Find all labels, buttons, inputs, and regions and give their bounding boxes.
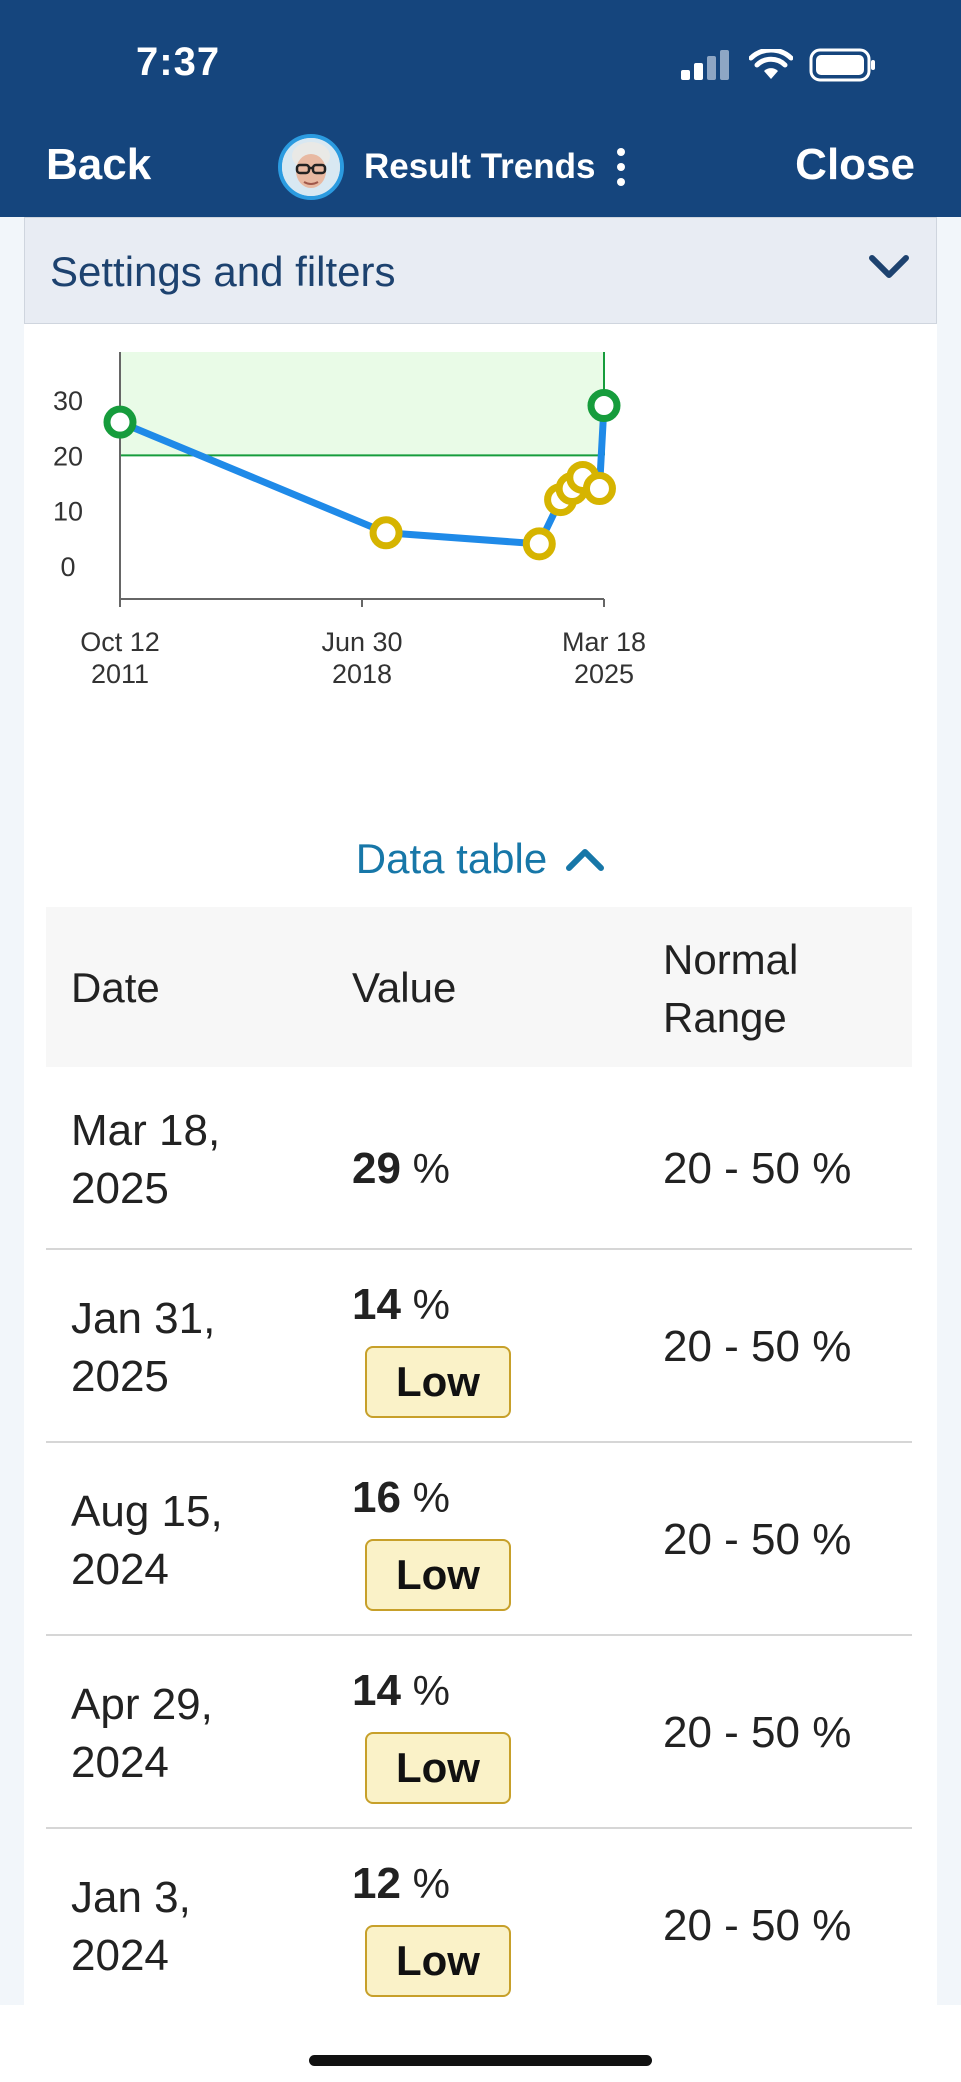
x-tick-label: Mar 18 [562,627,646,657]
avatar-image [282,138,340,196]
x-tick-labels: Oct 122011 Jun 302018 Mar 182025 [80,599,646,689]
cell-normal-range: 20 - 50 % [663,1322,852,1371]
page-title: Result Trends [364,147,596,186]
cell-date: Aug 15, 2024 [71,1483,223,1599]
data-point[interactable] [522,527,556,561]
value-unit: % [400,1860,450,1907]
table-row[interactable]: Apr 29, 2024 14 % Low 20 - 50 % [46,1636,912,1829]
bottom-safe-area [0,2005,961,2082]
table-row[interactable]: Aug 15, 2024 16 % Low 20 - 50 % [46,1443,912,1636]
value-number: 16 [352,1473,401,1522]
cell-date: Mar 18, 2025 [71,1102,220,1218]
data-point[interactable] [582,472,616,506]
x-tick-label: 2025 [574,659,634,689]
value-unit: % [400,1474,450,1521]
cell-value: 29 % [352,1144,450,1194]
nav-title-group: Result Trends [278,132,626,202]
x-tick-label: Jun 30 [321,627,402,657]
cell-date-line1: Jan 31, [71,1294,216,1343]
status-badge: Low [365,1346,511,1418]
wifi-icon [749,49,793,79]
table-row[interactable]: Mar 18, 2025 29 % 20 - 50 % [46,1067,912,1250]
cell-date-line2: 2024 [71,1738,169,1787]
y-tick-labels: 30 20 10 0 [53,386,83,582]
chevron-down-icon [869,255,909,278]
cell-value: 14 % Low [352,1280,511,1418]
value-number: 14 [352,1666,401,1715]
value-number: 14 [352,1280,401,1329]
value-number: 12 [352,1859,401,1908]
status-badge: Low [365,1732,511,1804]
left-gutter [0,217,24,2005]
cell-date-line1: Aug 15, [71,1487,223,1536]
avatar[interactable] [278,134,344,200]
cell-value: 14 % Low [352,1666,511,1804]
header-normal-range: Normal Range [663,931,798,1047]
app-header: 7:37 Back Result Trends Close [0,0,961,217]
cell-date-line1: Mar 18, [71,1106,221,1155]
x-tick-label: 2018 [332,659,392,689]
status-badge: Low [365,1539,511,1611]
table-row[interactable]: Jan 3, 2024 12 % Low 20 - 50 % [46,1829,912,2005]
cell-value: 12 % Low [352,1859,511,1997]
data-table-header: Date Value Normal Range [46,907,912,1067]
x-tick-label: 2011 [91,659,149,689]
cell-date: Jan 31, 2025 [71,1290,215,1406]
cell-date-line1: Jan 3, [71,1873,191,1922]
back-button[interactable]: Back [46,140,151,190]
value-unit: % [400,1145,450,1192]
home-indicator[interactable] [309,2055,652,2066]
cell-date-line2: 2024 [71,1931,169,1980]
y-tick-label: 30 [53,386,83,416]
settings-label: Settings and filters [50,248,396,295]
cellular-signal-icon [681,50,729,80]
close-button[interactable]: Close [795,140,915,190]
header-value: Value [352,964,457,1011]
data-point[interactable] [103,405,137,439]
trend-chart: 30 20 10 0 Oct 122011 Jun 302018 Mar 182025 [53,352,646,689]
nav-bar: Back Result Trends Close [0,132,961,202]
value-unit: % [400,1667,450,1714]
y-tick-label: 0 [60,552,75,582]
main-content: Settings and filters 30 20 10 0 Oct 12 2011 J… [24,217,937,2005]
cell-normal-range: 20 - 50 % [663,1901,852,1950]
cell-date-line1: Apr 29, [71,1680,213,1729]
normal-range-band [120,352,604,456]
cell-date-line2: 2024 [71,1545,169,1594]
cell-date: Apr 29, 2024 [71,1676,213,1792]
battery-icon [809,48,875,82]
x-tick-label: Oct 12 [80,627,160,657]
settings-and-filters-toggle[interactable]: Settings and filters [24,217,937,324]
header-normal-range-line2: Range [663,994,787,1041]
status-icons [681,48,877,82]
cell-value: 16 % Low [352,1473,511,1611]
cell-date-line2: 2025 [71,1352,169,1401]
table-row[interactable]: Jan 31, 2025 14 % Low 20 - 50 % [46,1250,912,1443]
y-tick-label: 10 [53,497,83,527]
data-table-toggle[interactable]: Data table [24,829,937,889]
status-badge: Low [365,1925,511,1997]
data-table-toggle-label: Data table [355,835,548,882]
chevron-up-icon [566,849,605,871]
value-unit: % [400,1281,450,1328]
status-time: 7:37 [136,40,221,84]
more-options-icon[interactable] [617,148,626,186]
header-date: Date [71,964,160,1011]
cell-normal-range: 20 - 50 % [663,1515,852,1564]
cell-normal-range: 20 - 50 % [663,1708,852,1757]
data-point[interactable] [587,389,621,423]
cell-date: Jan 3, 2024 [71,1869,191,1985]
cell-normal-range: 20 - 50 % [663,1144,852,1193]
value-number: 29 [352,1144,401,1193]
header-normal-range-line1: Normal [663,936,799,983]
y-tick-label: 20 [53,441,83,471]
cell-date-line2: 2025 [71,1164,169,1213]
right-gutter [937,217,961,2005]
data-point[interactable] [369,516,403,550]
